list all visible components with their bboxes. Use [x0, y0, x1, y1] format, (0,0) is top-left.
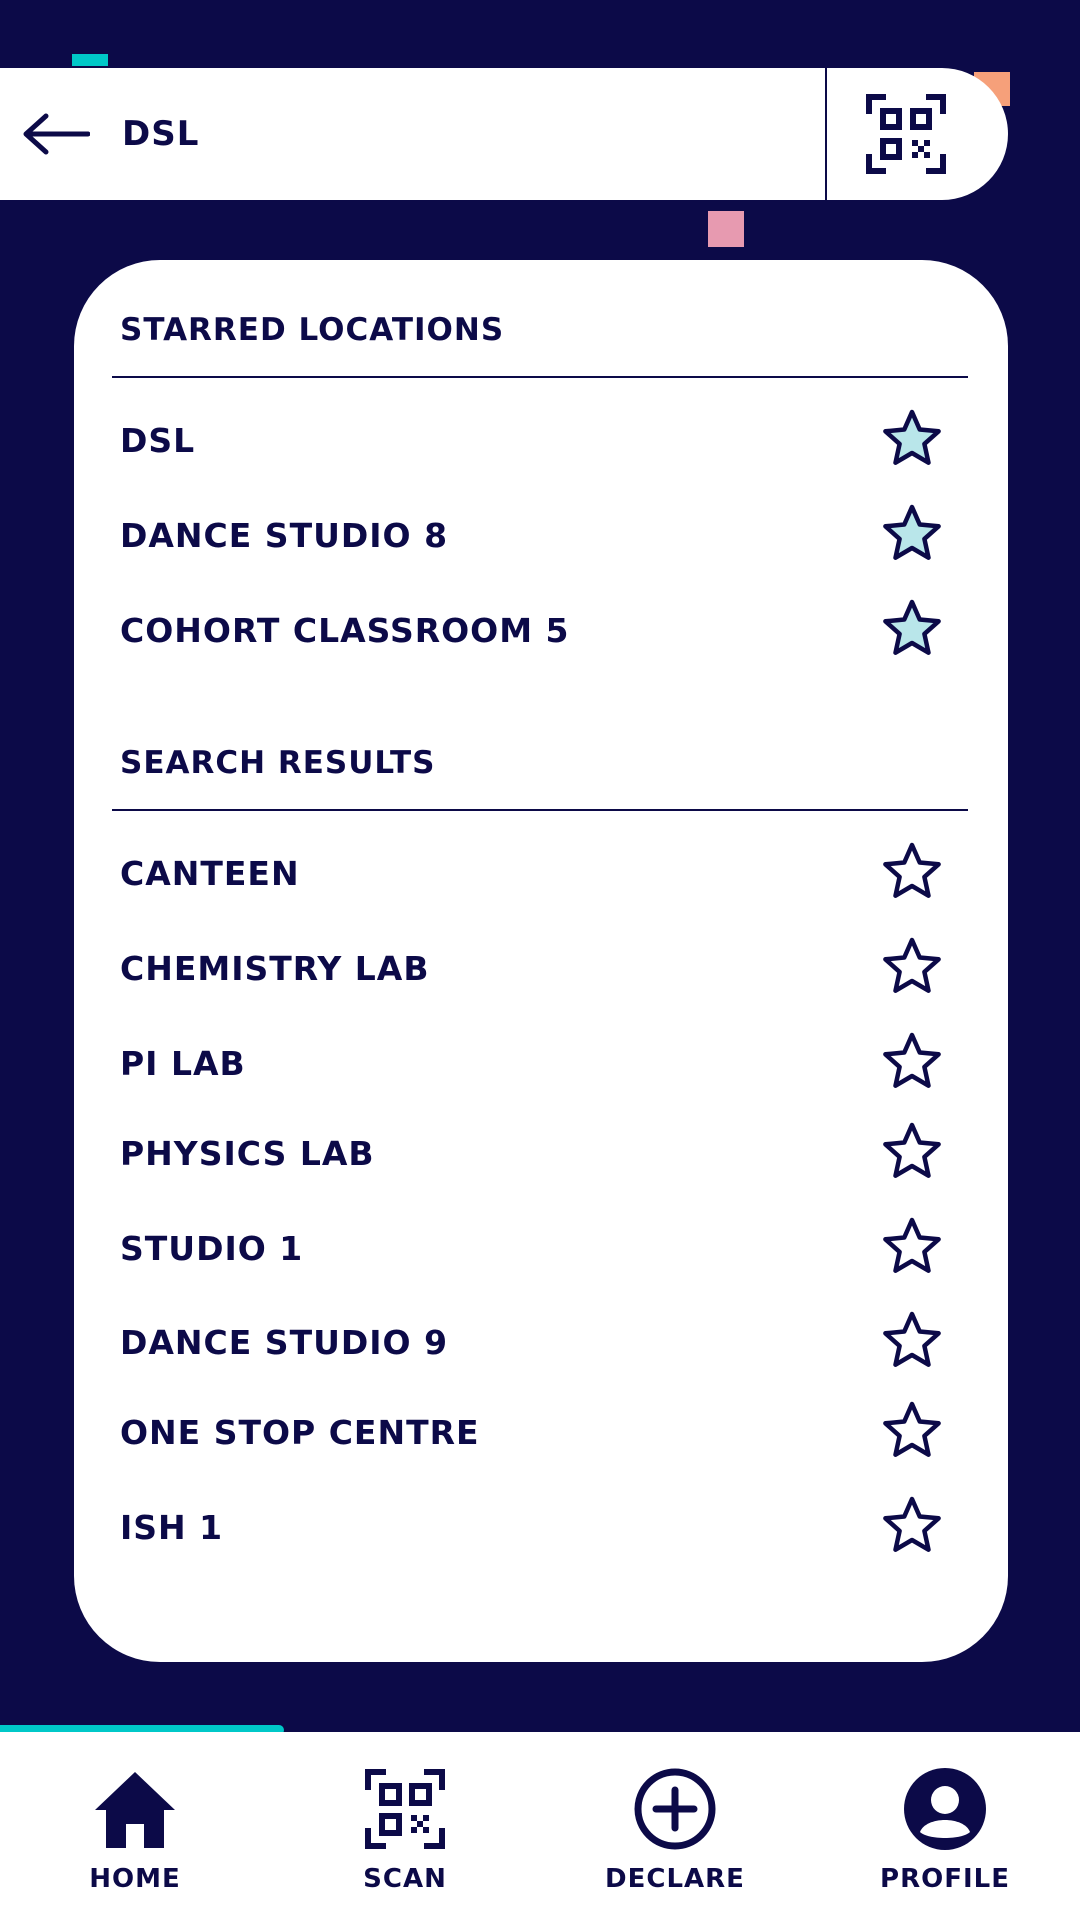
- nav-scan-label: SCAN: [363, 1864, 447, 1894]
- user-circle-icon: [904, 1768, 986, 1850]
- home-icon: [95, 1772, 175, 1848]
- result-item[interactable]: DANCE STUDIO 9: [120, 1307, 954, 1377]
- qr-code-icon: [866, 94, 946, 174]
- location-label: PHYSICS LAB: [120, 1133, 375, 1173]
- location-label: ISH 1: [120, 1507, 224, 1547]
- star-icon[interactable]: [880, 1216, 944, 1280]
- starred-item[interactable]: DSL: [120, 405, 954, 475]
- location-label: STUDIO 1: [120, 1228, 304, 1268]
- result-item[interactable]: ISH 1: [120, 1492, 954, 1562]
- result-item[interactable]: CANTEEN: [120, 838, 954, 908]
- nav-home[interactable]: HOME: [25, 1732, 245, 1920]
- star-icon[interactable]: [880, 1031, 944, 1095]
- nav-declare[interactable]: DECLARE: [565, 1732, 785, 1920]
- starred-item[interactable]: DANCE STUDIO 8: [120, 500, 954, 570]
- star-icon[interactable]: [880, 598, 944, 662]
- locations-card: STARRED LOCATIONS DSL DANCE STUDIO 8 COH…: [74, 260, 1008, 1662]
- location-label: COHORT CLASSROOM 5: [120, 610, 570, 650]
- location-label: ONE STOP CENTRE: [120, 1412, 480, 1452]
- star-icon[interactable]: [880, 1310, 944, 1374]
- page-title: DSL: [122, 114, 200, 154]
- location-label: DSL: [120, 420, 196, 460]
- header-divider: [825, 68, 827, 200]
- bottom-nav: HOME SCAN DECLARE PROFILE: [0, 1732, 1080, 1920]
- star-icon[interactable]: [880, 1495, 944, 1559]
- result-item[interactable]: PHYSICS LAB: [120, 1118, 954, 1188]
- star-icon[interactable]: [880, 1400, 944, 1464]
- plus-circle-icon: [634, 1768, 716, 1850]
- decor-pink-square: [708, 211, 744, 247]
- nav-profile[interactable]: PROFILE: [835, 1732, 1055, 1920]
- app-screen: DSL STARRED LOCATIONS DSL DANCE STUDIO 8…: [0, 0, 1080, 1920]
- star-icon[interactable]: [880, 1121, 944, 1185]
- result-item[interactable]: STUDIO 1: [120, 1213, 954, 1283]
- location-label: DANCE STUDIO 8: [120, 515, 449, 555]
- header-scan-button[interactable]: [866, 94, 946, 174]
- back-button[interactable]: [20, 112, 90, 156]
- header-bar: DSL: [0, 68, 1008, 200]
- location-label: CHEMISTRY LAB: [120, 948, 430, 988]
- star-icon[interactable]: [880, 503, 944, 567]
- star-icon[interactable]: [880, 841, 944, 905]
- search-results-title: SEARCH RESULTS: [120, 745, 436, 781]
- location-label: CANTEEN: [120, 853, 300, 893]
- location-label: DANCE STUDIO 9: [120, 1322, 449, 1362]
- result-item[interactable]: PI LAB: [120, 1028, 954, 1098]
- arrow-left-icon: [23, 113, 90, 155]
- nav-home-label: HOME: [89, 1864, 181, 1894]
- search-results-divider: [112, 809, 968, 811]
- star-icon[interactable]: [880, 936, 944, 1000]
- starred-section-title: STARRED LOCATIONS: [120, 312, 505, 348]
- result-item[interactable]: ONE STOP CENTRE: [120, 1397, 954, 1467]
- location-label: PI LAB: [120, 1043, 246, 1083]
- decor-teal-square: [72, 54, 108, 66]
- nav-declare-label: DECLARE: [605, 1864, 745, 1894]
- nav-scan[interactable]: SCAN: [295, 1732, 515, 1920]
- starred-section-divider: [112, 376, 968, 378]
- nav-profile-label: PROFILE: [880, 1864, 1010, 1894]
- qr-code-icon: [365, 1769, 445, 1849]
- starred-item[interactable]: COHORT CLASSROOM 5: [120, 595, 954, 665]
- result-item[interactable]: CHEMISTRY LAB: [120, 933, 954, 1003]
- star-icon[interactable]: [880, 408, 944, 472]
